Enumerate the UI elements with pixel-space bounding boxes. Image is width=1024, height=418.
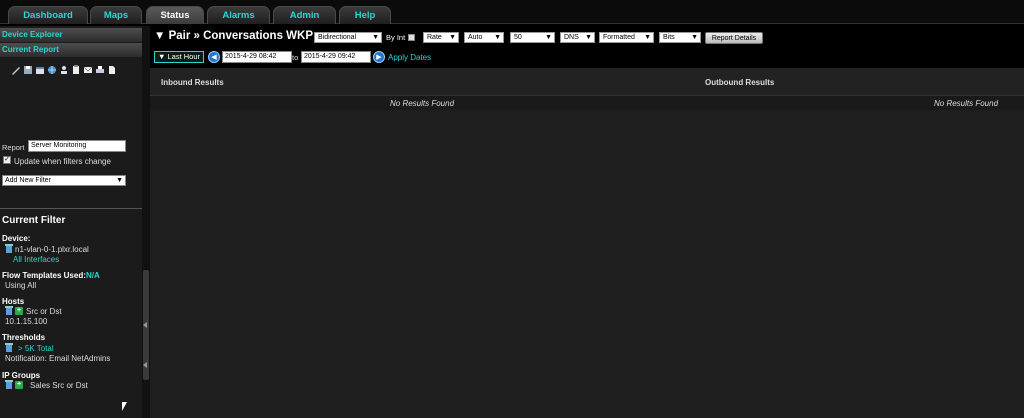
- apply-dates-icon[interactable]: ▶: [373, 51, 385, 63]
- units-value: Bits: [663, 34, 675, 41]
- top-nav-bar: Dashboard Maps Status Alarms Admin Help: [0, 0, 1024, 24]
- report-toolbar: ▼ Pair » Conversations WKP Bidirectional…: [150, 26, 1024, 48]
- ip-groups-heading: IP Groups: [2, 371, 41, 380]
- chevron-down-icon: ▼: [116, 177, 123, 184]
- flow-templates-heading: Flow Templates Used:: [2, 271, 86, 280]
- device-explorer-header[interactable]: Device Explorer: [0, 28, 142, 42]
- user-icon[interactable]: [58, 64, 69, 75]
- chevron-down-icon: ▼: [372, 34, 379, 41]
- auto-value: Auto: [468, 34, 483, 41]
- update-checkbox-label: Update when filters change: [14, 157, 111, 166]
- update-checkbox[interactable]: ✓: [3, 156, 11, 164]
- by-int-label: By Int: [386, 33, 406, 42]
- wrench-icon[interactable]: [10, 64, 21, 75]
- save-icon[interactable]: [22, 64, 33, 75]
- include-icon[interactable]: +: [15, 307, 23, 315]
- inbound-no-results: No Results Found: [390, 99, 455, 108]
- trash-icon[interactable]: [5, 306, 13, 315]
- previous-range-icon[interactable]: ◀: [208, 51, 220, 63]
- trash-icon[interactable]: [5, 343, 13, 352]
- include-icon[interactable]: +: [15, 381, 23, 389]
- hosts-direction: Src or Dst: [26, 307, 62, 316]
- thresholds-value[interactable]: > 5K Total: [18, 344, 54, 353]
- format-value: Formatted: [603, 34, 635, 41]
- results-row: No Results Found No Results Found: [150, 96, 1024, 110]
- rate-value: Rate: [427, 34, 442, 41]
- collapse-arrow-icon[interactable]: [143, 362, 147, 368]
- rate-select[interactable]: Rate ▼: [423, 32, 459, 43]
- auto-select[interactable]: Auto ▼: [464, 32, 504, 43]
- report-toolbar-icons: [10, 64, 118, 75]
- add-filter-value: Add New Filter: [5, 177, 51, 184]
- tab-maps[interactable]: Maps: [90, 6, 142, 24]
- add-filter-select[interactable]: Add New Filter ▼: [2, 175, 126, 186]
- by-int-checkbox[interactable]: [408, 34, 415, 41]
- dns-value: DNS: [564, 34, 579, 41]
- device-heading: Device:: [2, 234, 31, 243]
- divider: [0, 208, 142, 209]
- mouse-cursor: [122, 402, 127, 411]
- page-title[interactable]: ▼ Pair » Conversations WKP: [154, 30, 313, 42]
- outbound-no-results: No Results Found: [934, 99, 999, 108]
- units-select[interactable]: Bits ▼: [659, 32, 701, 43]
- inbound-results-title: Inbound Results: [161, 78, 224, 87]
- tab-dashboard[interactable]: Dashboard: [8, 6, 88, 24]
- outbound-results-title: Outbound Results: [705, 78, 775, 87]
- collapse-arrow-icon[interactable]: [143, 322, 147, 328]
- left-panel-scrollbar[interactable]: [142, 26, 150, 418]
- count-value: 50: [514, 34, 522, 41]
- tab-status[interactable]: Status: [146, 6, 204, 24]
- email-icon[interactable]: [82, 64, 93, 75]
- to-label: to: [292, 53, 299, 62]
- apply-dates-link[interactable]: Apply Dates: [388, 53, 431, 62]
- device-name: n1-vlan-0-1.plxr.local: [15, 245, 89, 254]
- hosts-heading: Hosts: [2, 297, 25, 306]
- direction-select[interactable]: Bidirectional ▼: [314, 32, 382, 43]
- chevron-down-icon: ▼: [585, 34, 592, 41]
- time-range-bar: ▼ Last Hour ◀ 2015-4-29 08:42 to 2015-4-…: [150, 48, 1024, 68]
- report-details-button[interactable]: Report Details: [705, 32, 763, 44]
- chevron-down-icon: ▼: [644, 34, 651, 41]
- thresholds-heading: Thresholds: [2, 333, 46, 342]
- format-select[interactable]: Formatted ▼: [599, 32, 654, 43]
- main-content: ▼ Pair » Conversations WKP Bidirectional…: [150, 26, 1024, 418]
- report-select[interactable]: Server Monitoring: [28, 140, 126, 152]
- report-label: Report: [2, 143, 25, 152]
- results-header: Inbound Results Outbound Results: [150, 68, 1024, 96]
- print-icon[interactable]: [94, 64, 105, 75]
- hosts-ip: 10.1.15.100: [5, 317, 48, 326]
- document-icon[interactable]: [106, 64, 117, 75]
- globe-icon[interactable]: [46, 64, 57, 75]
- current-report-header[interactable]: Current Report: [0, 43, 142, 57]
- flow-templates-value[interactable]: N/A: [86, 271, 100, 280]
- time-range-select[interactable]: ▼ Last Hour: [154, 51, 204, 63]
- chevron-down-icon: ▼: [545, 34, 552, 41]
- trash-icon[interactable]: [5, 244, 13, 253]
- all-interfaces-link[interactable]: All Interfaces: [13, 255, 59, 264]
- tab-admin[interactable]: Admin: [273, 6, 336, 24]
- thresholds-notification: Notification: Email NetAdmins: [5, 354, 111, 363]
- left-panel: Device Explorer Current Report Report Se…: [0, 26, 142, 418]
- count-select[interactable]: 50 ▼: [510, 32, 555, 43]
- flow-templates-using: Using All: [5, 281, 37, 290]
- current-filter-title: Current Filter: [2, 215, 66, 226]
- tab-alarms[interactable]: Alarms: [207, 6, 270, 24]
- trash-icon[interactable]: [5, 380, 13, 389]
- chevron-down-icon: ▼: [494, 34, 501, 41]
- dns-select[interactable]: DNS ▼: [560, 32, 595, 43]
- end-date-input[interactable]: 2015-4-29 09:42: [301, 51, 371, 63]
- tab-help[interactable]: Help: [339, 6, 391, 24]
- start-date-input[interactable]: 2015-4-29 08:42: [222, 51, 292, 63]
- ip-groups-value: Sales Src or Dst: [30, 381, 88, 390]
- clipboard-icon[interactable]: [70, 64, 81, 75]
- calendar-icon[interactable]: [34, 64, 45, 75]
- direction-value: Bidirectional: [318, 34, 357, 41]
- chevron-down-icon: ▼: [449, 34, 456, 41]
- chevron-down-icon: ▼: [691, 34, 698, 41]
